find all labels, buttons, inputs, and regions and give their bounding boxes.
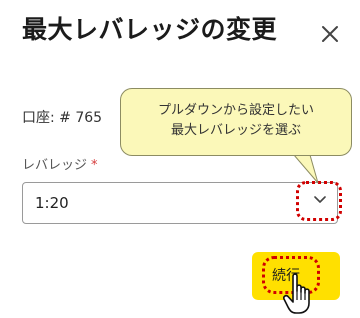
tooltip-line-2: 最大レバレッジを選ぶ	[170, 123, 301, 138]
hand-pointer-icon	[283, 273, 310, 314]
account-number: 口座: # 765	[22, 110, 103, 126]
leverage-select[interactable]: 1:20	[22, 182, 338, 224]
leverage-select-value: 1:20	[35, 194, 69, 212]
instruction-tooltip: プルダウンから設定したい 最大レバレッジを選ぶ	[120, 88, 352, 156]
leverage-label-text: レバレッジ	[22, 158, 88, 173]
tooltip-tail	[292, 155, 319, 184]
chevron-down-icon[interactable]	[314, 196, 326, 204]
close-button[interactable]	[318, 22, 342, 46]
required-indicator: *	[91, 158, 98, 173]
leverage-field-label: レバレッジ *	[22, 154, 98, 173]
tooltip-line-1: プルダウンから設定したい	[157, 103, 314, 118]
dialog-title: 最大レバレッジの変更	[22, 15, 278, 44]
close-icon	[322, 26, 338, 42]
